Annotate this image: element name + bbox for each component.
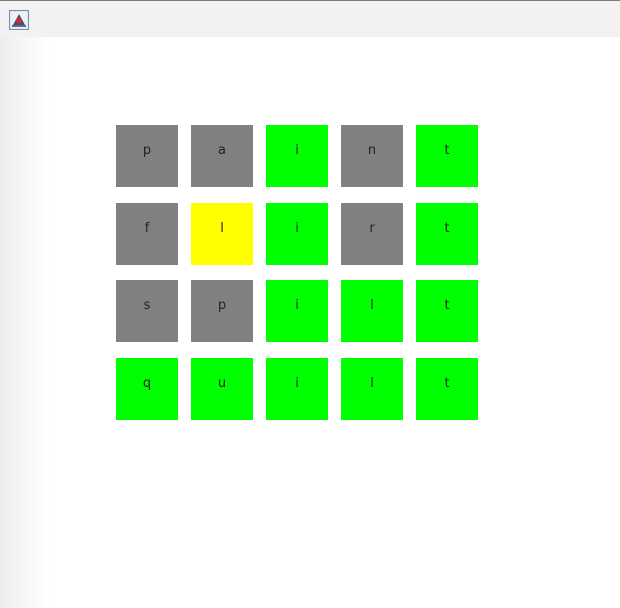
window-titlebar bbox=[0, 0, 620, 37]
letter-tile: p bbox=[191, 280, 253, 342]
letter-tile: t bbox=[416, 280, 478, 342]
word-guess-board: paintflirtspiltquilt bbox=[0, 37, 620, 608]
letter-tile: t bbox=[416, 203, 478, 265]
letter-tile: i bbox=[266, 203, 328, 265]
letter-tile: q bbox=[116, 358, 178, 420]
letter-tile: i bbox=[266, 358, 328, 420]
letter-tile: p bbox=[116, 125, 178, 187]
letter-tile: r bbox=[341, 203, 403, 265]
game-content-panel: paintflirtspiltquilt bbox=[0, 37, 620, 608]
letter-tile: n bbox=[341, 125, 403, 187]
letter-tile: s bbox=[116, 280, 178, 342]
java-app-icon[interactable] bbox=[9, 10, 29, 30]
letter-tile: f bbox=[116, 203, 178, 265]
letter-tile: u bbox=[191, 358, 253, 420]
letter-tile: l bbox=[341, 358, 403, 420]
letter-tile: t bbox=[416, 125, 478, 187]
letter-tile: a bbox=[191, 125, 253, 187]
letter-tile: i bbox=[266, 280, 328, 342]
letter-tile: l bbox=[191, 203, 253, 265]
letter-tile: t bbox=[416, 358, 478, 420]
letter-tile: i bbox=[266, 125, 328, 187]
letter-tile: l bbox=[341, 280, 403, 342]
